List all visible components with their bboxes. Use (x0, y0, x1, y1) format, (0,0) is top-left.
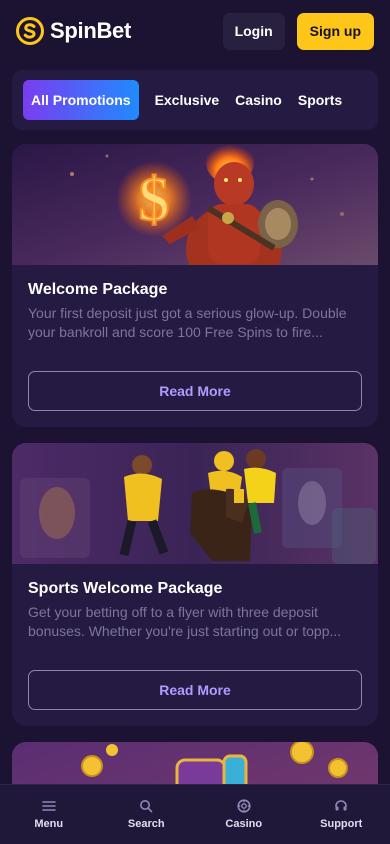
promo-title: Welcome Package (28, 281, 168, 298)
nav-menu[interactable]: Menu (0, 785, 98, 844)
bottom-navigation: Menu Search Casino Support (0, 784, 390, 844)
promotion-tabs: All Promotions Exclusive Casino Sports (12, 70, 378, 130)
casino-chip-icon (237, 799, 251, 813)
svg-text:$: $ (139, 166, 170, 234)
nav-label: Casino (225, 818, 263, 830)
tab-all-promotions[interactable]: All Promotions (23, 80, 139, 120)
promo-title: Sports Welcome Package (28, 580, 223, 597)
athletes-illustration (12, 443, 378, 564)
promo-description: Your first deposit just got a serious gl… (28, 305, 347, 340)
tab-casino[interactable]: Casino (227, 80, 290, 120)
login-button[interactable]: Login (222, 12, 285, 50)
nav-label: Menu (34, 818, 64, 830)
fire-demon-illustration: $ (12, 144, 378, 265)
nav-support[interactable]: Support (293, 785, 390, 844)
brand-name: SpinBet (50, 18, 132, 43)
app-header: SpinBet Login Sign up (0, 0, 390, 62)
promo-card-sports: Sports Welcome Package Get your betting … (12, 443, 378, 726)
nav-casino[interactable]: Casino (195, 785, 293, 844)
headset-icon (335, 800, 348, 811)
nav-label: Support (320, 818, 363, 830)
logo-icon (16, 17, 44, 45)
menu-icon (41, 801, 56, 811)
signup-button[interactable]: Sign up (296, 12, 374, 50)
nav-label: Search (127, 818, 165, 830)
read-more-button[interactable]: Read More (28, 670, 362, 710)
promo-card-welcome: $ Welcome Package Your first deposit jus… (12, 144, 378, 427)
nav-search[interactable]: Search (98, 785, 196, 844)
read-more-button[interactable]: Read More (28, 371, 362, 411)
promo-description: Get your betting off to a flyer with thr… (28, 604, 342, 639)
search-icon (140, 800, 153, 813)
tab-sports[interactable]: Sports (290, 80, 350, 120)
brand-logo[interactable]: SpinBet (16, 17, 131, 45)
tab-exclusive[interactable]: Exclusive (147, 80, 228, 120)
